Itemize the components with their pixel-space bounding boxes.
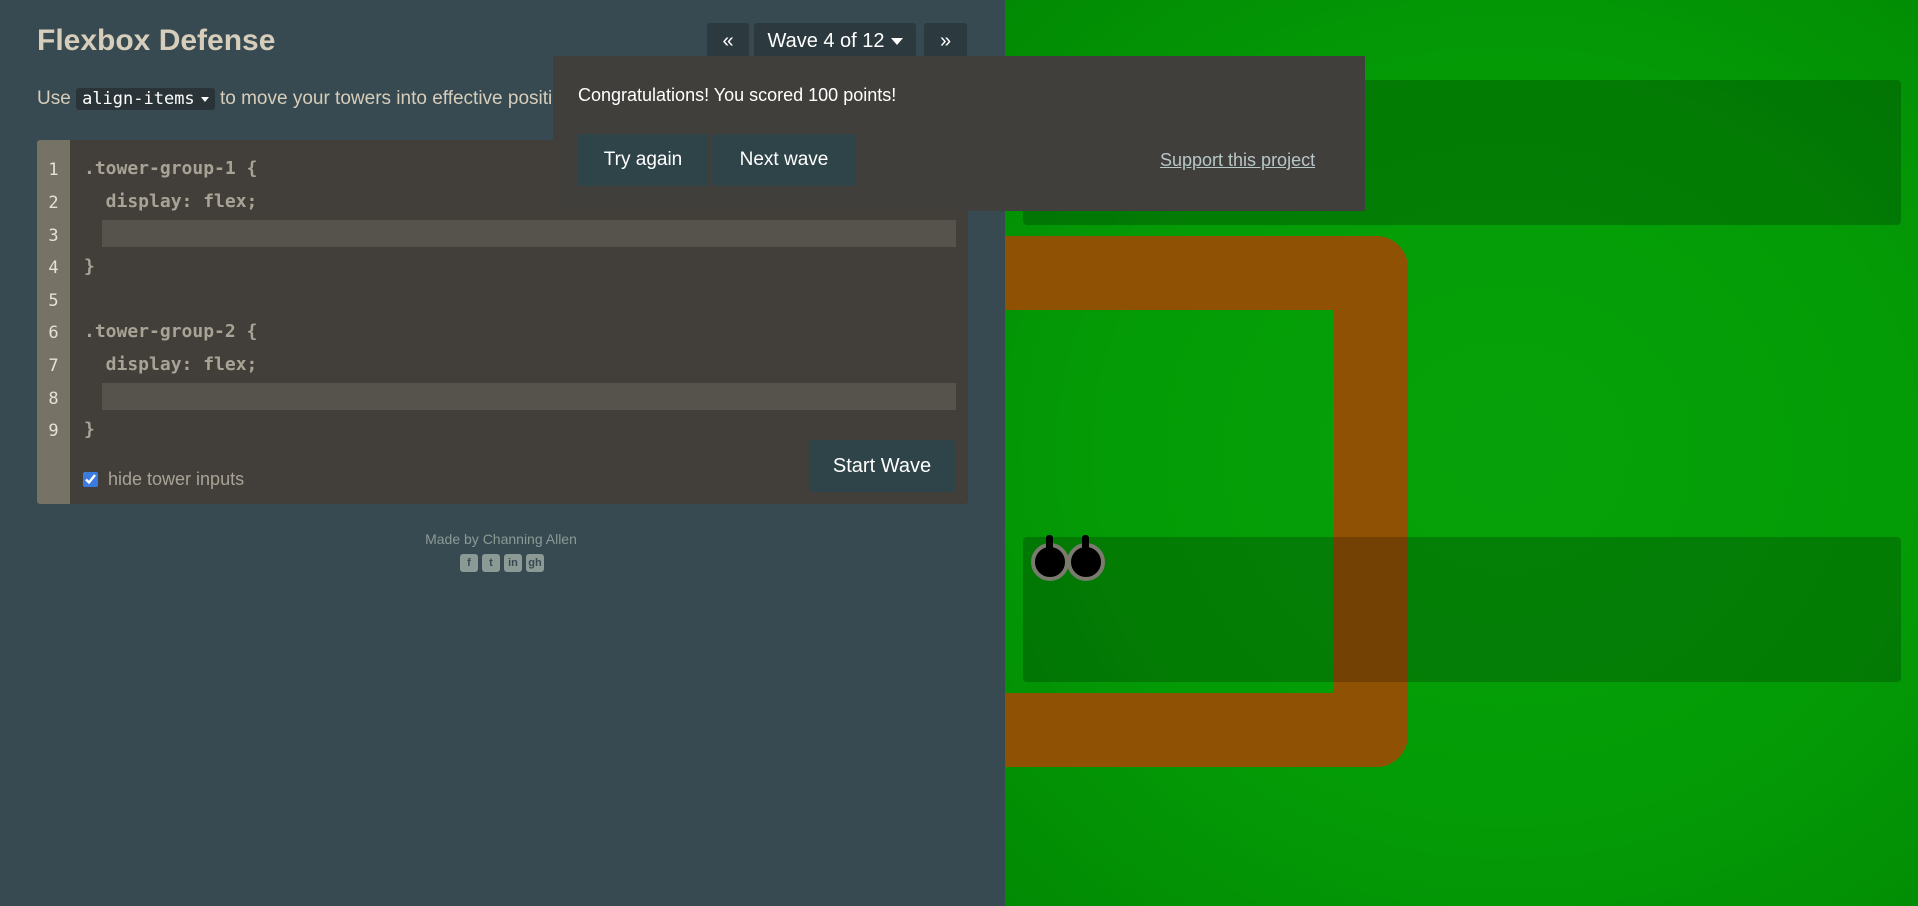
line-number: 2 xyxy=(48,193,59,213)
line-number: 9 xyxy=(48,421,59,441)
line-number: 7 xyxy=(48,356,59,376)
wave-selector[interactable]: Wave 4 of 12 xyxy=(754,23,916,59)
enemy-path-bottom xyxy=(1005,693,1408,767)
line-number: 6 xyxy=(48,323,59,343)
next-wave-button[interactable]: Next wave xyxy=(712,134,856,186)
hide-inputs-toggle[interactable]: hide tower inputs xyxy=(83,469,244,490)
linkedin-icon[interactable]: in xyxy=(504,554,522,572)
line-number: 8 xyxy=(48,389,59,409)
previous-wave-button[interactable]: « xyxy=(707,23,749,59)
code-line: } xyxy=(84,256,95,277)
enemy-path-vertical xyxy=(1334,236,1408,767)
social-links: f t in gh xyxy=(460,554,544,572)
result-dialog: Congratulations! You scored 100 points! … xyxy=(553,56,1365,211)
line-gutter: 1 2 3 4 5 6 7 8 9 xyxy=(37,140,70,504)
github-icon[interactable]: gh xyxy=(526,554,544,572)
code-line: } xyxy=(84,419,95,440)
tower-group-2-zone xyxy=(1023,535,1901,682)
game-title: Flexbox Defense xyxy=(37,24,276,57)
facebook-icon[interactable]: f xyxy=(460,554,478,572)
author-credit: Made by Channing Allen xyxy=(425,531,577,547)
property-select-value: align-items xyxy=(82,89,195,109)
line-number: 4 xyxy=(48,258,59,278)
next-wave-nav-button[interactable]: » xyxy=(924,23,967,59)
twitter-icon[interactable]: t xyxy=(482,554,500,572)
line-number: 3 xyxy=(48,226,59,246)
support-project-link[interactable]: Support this project xyxy=(1160,150,1315,171)
tower-group-2-input[interactable] xyxy=(102,383,956,410)
instructions: Use align-items to move your towers into… xyxy=(37,88,552,110)
wave-label: Wave 4 of 12 xyxy=(767,29,885,52)
instructions-suffix: to move your towers into effective posit… xyxy=(219,88,553,109)
hide-inputs-label: hide tower inputs xyxy=(108,469,245,489)
code-line: .tower-group-2 { xyxy=(84,321,258,342)
tower[interactable] xyxy=(1067,535,1105,581)
code-line: .tower-group-1 { xyxy=(84,158,258,179)
tower-barrel xyxy=(1082,535,1089,557)
code-line: display: flex; xyxy=(84,191,258,212)
instructions-prefix: Use xyxy=(37,88,71,109)
line-number: 5 xyxy=(48,291,59,311)
code-line: display: flex; xyxy=(84,354,258,375)
try-again-button[interactable]: Try again xyxy=(578,134,708,186)
tower[interactable] xyxy=(1031,535,1069,581)
line-number: 1 xyxy=(48,160,59,180)
start-wave-button[interactable]: Start Wave xyxy=(809,440,955,492)
tower-barrel xyxy=(1046,535,1053,557)
select-arrow-icon xyxy=(200,96,209,102)
tower-group-1-input[interactable] xyxy=(102,220,956,247)
hide-inputs-checkbox[interactable] xyxy=(83,472,98,487)
score-message: Congratulations! You scored 100 points! xyxy=(578,85,897,105)
chevron-down-icon xyxy=(890,37,903,45)
property-select[interactable]: align-items xyxy=(76,88,215,110)
